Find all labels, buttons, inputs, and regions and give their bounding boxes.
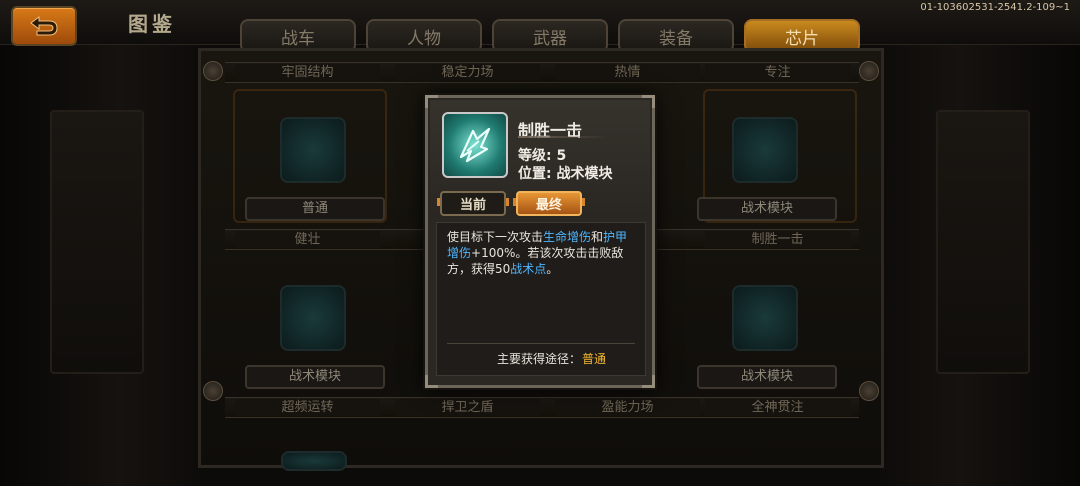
source-label: 主要获得途径：: [497, 352, 582, 366]
heart-chip-icon: [280, 117, 346, 183]
tick-mark: [582, 198, 585, 206]
title-underline: [518, 136, 608, 138]
desc-keyword: 生命增伤: [543, 230, 592, 244]
bolt-icon: [859, 61, 879, 81]
chip-position: 位置: 战术模块: [518, 166, 613, 182]
bolt-icon: [203, 61, 223, 81]
chip-rarity-label: 普通: [245, 197, 385, 221]
strike-chip-icon: [442, 112, 508, 178]
chip-name: 牢固结构: [235, 64, 380, 81]
chip-slot-label: 战术模块: [697, 365, 837, 389]
strike-glyph-icon: [459, 127, 491, 163]
chip-name: 健壮: [235, 231, 380, 248]
gear-chip-icon: [280, 285, 346, 351]
tab-label: 武器: [533, 28, 567, 49]
tick-mark: [513, 198, 516, 206]
current-level-button[interactable]: 当前: [437, 191, 509, 216]
strike-chip-icon: [732, 117, 798, 183]
chip-name-row-1: 牢固结构 稳定力场 热情 专注: [225, 62, 859, 83]
chip-card[interactable]: 战术模块: [697, 113, 837, 233]
tab-label: 芯片: [785, 28, 819, 49]
tick-mark: [506, 198, 509, 206]
chip-slot-label: 战术模块: [245, 365, 385, 389]
tab-label: 人物: [407, 28, 441, 49]
chip-name: 超频运转: [235, 399, 380, 416]
chip-card[interactable]: 普通: [245, 113, 385, 233]
chip-icon-partial[interactable]: [281, 451, 347, 471]
chip-level: 等级: 5: [518, 148, 567, 164]
bolt-icon: [859, 381, 879, 401]
tab-label: 战车: [281, 28, 315, 49]
chip-name: 盈能力场: [555, 399, 700, 416]
button-label: 最终: [535, 198, 562, 213]
back-arrow-icon: [30, 16, 58, 36]
back-button[interactable]: [11, 6, 77, 46]
desc-keyword: 战术点: [510, 262, 547, 276]
chip-detail-popup: 制胜一击 等级: 5 位置: 战术模块 当前 最终 使目标下一次攻击生命增伤和护…: [425, 95, 655, 388]
chip-card[interactable]: 战术模块: [245, 281, 385, 401]
tick-mark: [437, 198, 440, 206]
background-right: [880, 0, 1080, 486]
popup-corner: [642, 375, 655, 388]
button-label: 当前: [459, 198, 486, 213]
chip-name: 稳定力场: [395, 64, 540, 81]
chip-name: 专注: [705, 64, 850, 81]
desc-text: 使目标下一次攻击: [447, 230, 544, 244]
chip-name: 热情: [555, 64, 700, 81]
compass-chip-icon: [732, 285, 798, 351]
page-title: 图鉴: [128, 12, 176, 36]
bolt-icon: [203, 381, 223, 401]
version-text: 01-103602531-2541.2-109~1: [920, 2, 1070, 13]
chip-name: 捍卫之盾: [395, 399, 540, 416]
description-box: 使目标下一次攻击生命增伤和护甲增伤+100%。若该次攻击击败敌方，获得50战术点…: [436, 222, 646, 376]
chip-slot-label: 战术模块: [697, 197, 837, 221]
desc-text: 。: [546, 262, 559, 276]
bg-pillar: [936, 110, 1030, 374]
chip-name: 制胜一击: [705, 231, 850, 248]
desc-text: 和: [591, 230, 604, 244]
final-level-button[interactable]: 最终: [513, 191, 585, 216]
tab-label: 装备: [659, 28, 693, 49]
background-left: [0, 0, 200, 486]
source-value: 普通: [582, 352, 607, 366]
chip-description: 使目标下一次攻击生命增伤和护甲增伤+100%。若该次攻击击败敌方，获得50战术点…: [447, 229, 639, 277]
chip-name: 全神贯注: [705, 399, 850, 416]
chip-card[interactable]: 战术模块: [697, 281, 837, 401]
popup-corner: [425, 375, 438, 388]
chip-name-row-3: 超频运转 捍卫之盾 盈能力场 全神贯注: [225, 397, 859, 418]
divider: [447, 343, 635, 344]
bg-pillar: [50, 110, 144, 374]
